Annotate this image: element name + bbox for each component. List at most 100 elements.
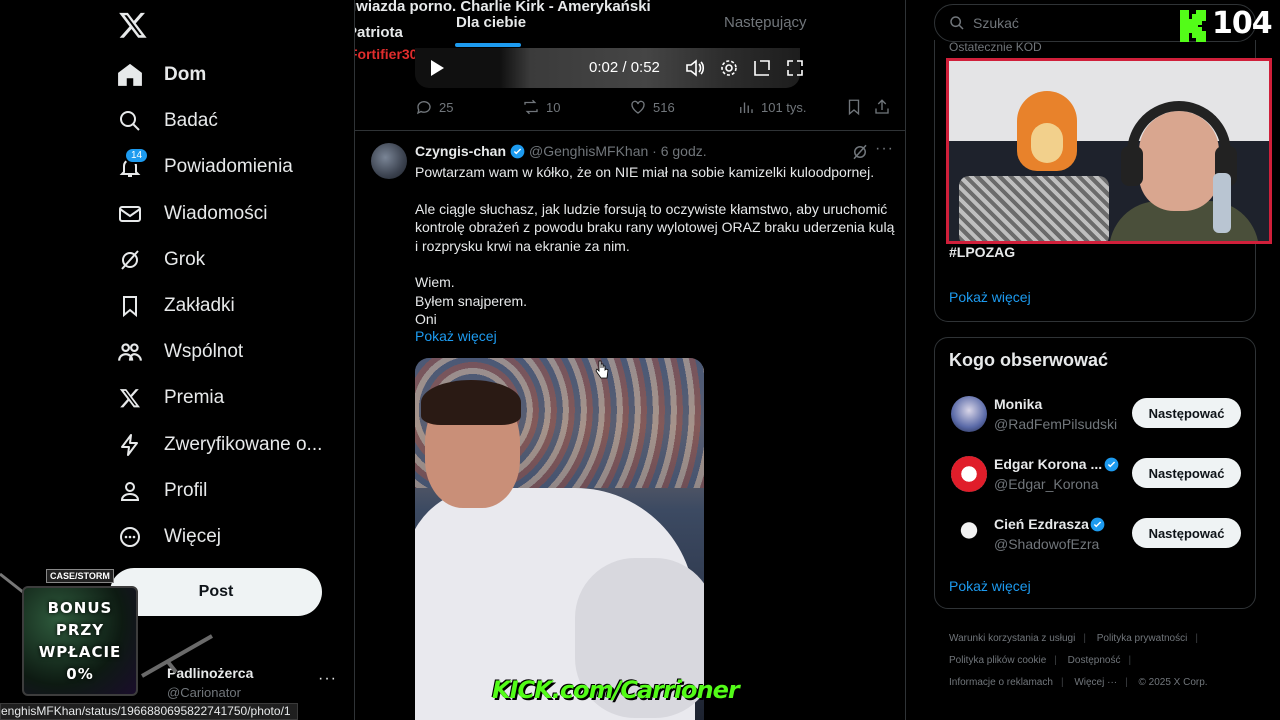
x-logo-icon [116,384,144,412]
tweet-text: Powtarzam wam w kółko, że on NIE miał na… [415,163,895,329]
heart-icon [631,100,645,114]
bonus-overlay: BONUS PRZY WPŁACIE 0% [22,586,138,696]
user-handle[interactable]: @Edgar_Korona [994,476,1099,492]
tweet-line: Oni [415,311,437,327]
panel-title: Kogo obserwować [949,350,1109,370]
nav-label: Zweryfikowane o... [164,434,323,455]
footer-link-ads[interactable]: Informacje o reklamach [949,677,1053,688]
nav-item-grok[interactable]: Grok [116,240,205,280]
user-name[interactable]: Cień Ezdrasza [994,516,1089,532]
follow-suggestion[interactable]: Monika @RadFemPilsudski Następować [935,388,1257,438]
footer-link-cookies[interactable]: Polityka plików cookie [949,655,1046,666]
who-to-follow-panel: Kogo obserwować Monika @RadFemPilsudski … [934,337,1256,609]
follow-button[interactable]: Następować [1132,458,1241,488]
nav-item-more[interactable]: Więcej [116,517,221,557]
user-handle[interactable]: @RadFemPilsudski [994,416,1117,432]
search-icon [950,16,964,30]
nav-item-bookmarks[interactable]: Zakładki [116,286,235,326]
nav-item-messages[interactable]: Wiadomości [116,194,267,234]
reply-icon [416,101,431,115]
nav-item-profile[interactable]: Profil [116,471,207,511]
avatar[interactable] [951,456,987,492]
bell-icon: 14 [116,147,150,181]
nav-label: Więcej [164,526,222,547]
webcam-bottle [1213,173,1231,233]
post-button[interactable]: Post [110,568,322,616]
grok-icon [116,246,144,274]
show-more-link[interactable]: Pokaż więcej [415,328,497,344]
repost-button[interactable]: 10 [522,98,560,116]
tweet-actions: 25 10 516 101 tys. [415,98,895,120]
nav-label: Wspólnot [164,341,244,362]
x-logo-icon[interactable] [118,10,148,40]
user-name[interactable]: Monika [994,396,1042,412]
repost-icon [524,99,538,115]
reply-button[interactable]: 25 [415,98,453,116]
tweet[interactable]: Czyngis-chan @GenghisMFKhan · 6 godz. ··… [355,131,905,720]
user-name[interactable]: Edgar Korona ... [994,456,1102,472]
nav-item-explore[interactable]: Badać [116,101,218,141]
views-button[interactable]: 101 tys. [737,98,807,116]
bonus-line: PRZY [55,621,105,639]
like-button[interactable]: 516 [629,98,675,116]
nav-item-communities[interactable]: Wspólnot [116,332,243,372]
nav-item-verified-orgs[interactable]: Zweryfikowane o... [116,425,322,465]
person-icon [116,477,144,505]
footer-link-privacy[interactable]: Polityka prywatności [1097,633,1188,644]
tab-following[interactable]: Następujący [724,14,807,31]
tweet-photo[interactable] [415,358,704,720]
nav-label: Profil [164,480,208,501]
follow-suggestion[interactable]: Edgar Korona ... @Edgar_Korona Następowa… [935,448,1257,498]
avatar[interactable] [371,143,407,179]
nav-item-home[interactable]: Dom [116,55,206,95]
more-options-icon[interactable]: ··· [318,670,337,688]
volume-icon[interactable] [685,58,705,78]
analytics-icon [740,102,753,113]
follow-button[interactable]: Następować [1132,518,1241,548]
more-circle-icon [116,523,144,551]
kick-url-overlay: KICK.com/Carrioner [492,676,740,704]
footer-link-accessibility[interactable]: Dostępność [1068,655,1121,666]
home-icon [116,61,144,89]
previous-tweet-text: gwiazda porno. Charlie Kirk - Amerykańsk… [355,0,651,41]
hand-cursor-icon [595,360,609,379]
bonus-line: WPŁACIE [38,643,122,661]
follow-button[interactable]: Następować [1132,398,1241,428]
communities-icon [116,338,144,366]
tweet-author-name[interactable]: Czyngis-chan [415,143,506,159]
fullscreen-icon[interactable] [785,58,805,78]
share-icon[interactable] [873,98,891,116]
lightning-icon [116,431,144,459]
avatar[interactable] [951,396,987,432]
bookmark-icon[interactable] [845,98,863,116]
avatar[interactable] [951,516,987,552]
nav-item-premium[interactable]: Premia [116,378,224,418]
repost-count: 10 [546,99,561,115]
like-count: 516 [653,99,675,115]
tweet-author-handle[interactable]: @GenghisMFKhan · 6 godz. [529,143,707,159]
footer-links: Warunki korzystania z usługi | Polityka p… [949,633,1208,688]
bookmark-icon [116,292,144,320]
grok-icon[interactable] [851,143,869,161]
more-options-icon[interactable]: ··· [875,140,894,158]
footer-link-more[interactable]: Więcej ··· [1074,677,1117,688]
kick-logo-icon [1180,10,1206,42]
verified-badge-icon [1090,517,1105,532]
trend-hashtag[interactable]: #LPOZAG [949,244,1015,260]
search-input[interactable]: Szukać [973,15,1019,31]
show-more-link[interactable]: Pokaż więcej [949,578,1031,594]
status-bar-url: enghisMFKhan/status/1966880695822741750/… [0,703,298,720]
nav-item-notifications[interactable]: 14 Powiadomienia [116,147,293,187]
footer-link-terms[interactable]: Warunki korzystania z usługi [949,633,1075,644]
nav-label: Powiadomienia [164,156,293,177]
bonus-line: BONUS [47,599,113,617]
user-handle[interactable]: @ShadowofEzra [994,536,1099,552]
bonus-line: 0% [66,665,94,683]
picture-in-picture-icon[interactable] [752,58,772,78]
tweet-paragraph: Ale ciągle słuchasz, jak ludzie forsują … [415,200,895,254]
play-icon[interactable] [427,58,447,78]
settings-gear-icon[interactable] [719,58,739,78]
show-more-link[interactable]: Pokaż więcej [949,289,1031,305]
follow-suggestion[interactable]: Cień Ezdrasza @ShadowofEzra Następować [935,508,1257,558]
webcam-overlay [946,58,1272,244]
